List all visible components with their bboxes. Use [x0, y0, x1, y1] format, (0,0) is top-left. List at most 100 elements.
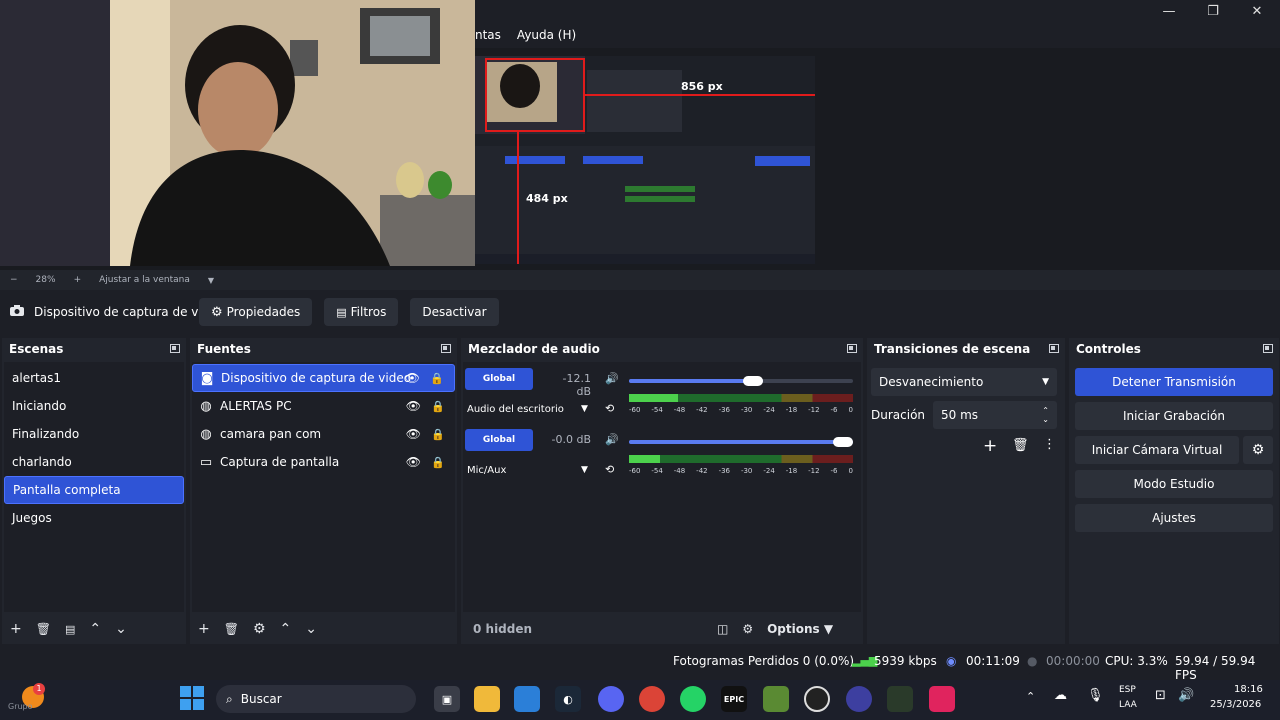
arrow-down-icon[interactable]: ⌄	[115, 621, 127, 637]
clock-time[interactable]: 18:16	[1234, 684, 1263, 695]
deactivate-button[interactable]: Desactivar	[410, 298, 499, 326]
undock-icon[interactable]	[441, 344, 451, 353]
trash-icon[interactable]: 🗑	[1012, 438, 1029, 453]
speaker-icon[interactable]: 🔊	[1178, 688, 1194, 703]
transition-select[interactable]: Desvanecimiento ▼	[871, 368, 1057, 396]
start-virtual-camera-button[interactable]: Iniciar Cámara Virtual	[1075, 436, 1239, 464]
sources-dock: Fuentes ◙ Dispositivo de captura de vide…	[190, 338, 457, 644]
filters-button[interactable]: ▤ Filtros	[324, 298, 399, 326]
duration-spinbox[interactable]: 50 ms ⌃ ⌄	[933, 401, 1057, 429]
lock-icon[interactable]: 🔒	[430, 372, 444, 385]
microphone-icon[interactable]: 🎙	[1087, 688, 1104, 703]
undock-icon[interactable]	[1049, 344, 1059, 353]
trash-icon[interactable]: 🗑	[36, 622, 51, 636]
eye-icon[interactable]: 👁	[406, 399, 421, 413]
meter-tick-label: -6	[830, 406, 838, 414]
lock-icon[interactable]: 🔒	[431, 428, 445, 441]
meter-tick-label: -48	[673, 467, 686, 475]
eye-icon[interactable]: 👁	[406, 427, 421, 441]
arrow-up-icon[interactable]: ⌃	[280, 621, 292, 637]
start-recording-button[interactable]: Iniciar Grabación	[1075, 402, 1273, 430]
epic-games-icon[interactable]: EPIC	[721, 686, 747, 712]
filter-icon[interactable]: ▤	[65, 623, 75, 636]
cloud-icon[interactable]: ☁	[1054, 688, 1067, 703]
speaker-icon[interactable]: 🔊	[605, 433, 619, 446]
source-item[interactable]: ▭ Captura de pantalla 👁 🔒	[192, 448, 455, 476]
undock-icon[interactable]	[1263, 344, 1273, 353]
add-icon[interactable]: +	[10, 621, 22, 637]
obs-icon[interactable]	[804, 686, 830, 712]
stepper-icon[interactable]: ⌃ ⌄	[1042, 406, 1049, 424]
eye-icon[interactable]: 👁	[405, 371, 420, 385]
global-button[interactable]: Global	[465, 429, 533, 451]
clock-date[interactable]: 25/3/2026	[1210, 699, 1261, 710]
gear-icon[interactable]: ⚙	[253, 621, 266, 637]
stop-streaming-button[interactable]: Detener Transmisión	[1075, 368, 1273, 396]
add-icon[interactable]: +	[198, 621, 210, 637]
eye-icon[interactable]: 👁	[406, 455, 421, 469]
chevron-down-icon[interactable]: ▼	[581, 465, 588, 475]
zoom-in-button[interactable]: +	[74, 275, 82, 285]
lock-icon[interactable]: 🔒	[431, 400, 445, 413]
properties-button[interactable]: ⚙ Propiedades	[199, 298, 313, 326]
virtual-camera-settings-button[interactable]: ⚙	[1243, 436, 1273, 464]
mixer-footer: 0 hidden ◫ ⚙ Options ▼	[461, 614, 863, 644]
layout-icon[interactable]: ◫	[717, 622, 728, 636]
language-bottom[interactable]: LAA	[1119, 700, 1137, 710]
task-view-icon[interactable]: ▣	[434, 686, 460, 712]
scene-item[interactable]: Iniciando	[4, 392, 184, 420]
file-explorer-icon[interactable]	[474, 686, 500, 712]
scene-item[interactable]: Finalizando	[4, 420, 184, 448]
discord-icon[interactable]	[598, 686, 624, 712]
minimize-button[interactable]: —	[1148, 0, 1190, 22]
store-icon[interactable]	[514, 686, 540, 712]
advanced-audio-icon[interactable]: ⟲	[605, 463, 614, 476]
scene-item-selected[interactable]: Pantalla completa	[4, 476, 184, 504]
undock-icon[interactable]	[170, 344, 180, 353]
more-icon[interactable]: ⋮	[1043, 437, 1056, 452]
studio-mode-button[interactable]: Modo Estudio	[1075, 470, 1273, 498]
chrome-icon[interactable]	[639, 686, 665, 712]
source-item[interactable]: ◍ ALERTAS PC 👁 🔒	[192, 392, 455, 420]
arrow-up-icon[interactable]: ⌃	[89, 621, 101, 637]
lock-icon[interactable]: 🔒	[431, 456, 445, 469]
source-item[interactable]: ◍ camara pan com 👁 🔒	[192, 420, 455, 448]
arrow-down-icon[interactable]: ⌄	[305, 621, 317, 637]
minecraft-icon[interactable]	[763, 686, 789, 712]
advanced-audio-icon[interactable]: ⟲	[605, 402, 614, 415]
scene-item[interactable]: alertas1	[4, 364, 184, 392]
options-button[interactable]: Options ▼	[767, 622, 833, 636]
app-icon[interactable]	[929, 686, 955, 712]
trash-icon[interactable]: 🗑	[224, 622, 239, 636]
source-toolbar: Dispositivo de captura de v ⚙ Propiedade…	[0, 294, 1280, 330]
taskbar-search[interactable]: ⌕ Buscar	[216, 685, 416, 713]
language-top[interactable]: ESP	[1119, 685, 1136, 695]
scene-item[interactable]: Juegos	[4, 504, 184, 532]
chevron-down-icon[interactable]: ▼	[208, 276, 214, 285]
zoom-out-button[interactable]: −	[10, 275, 18, 285]
app-icon[interactable]	[887, 686, 913, 712]
whatsapp-icon[interactable]	[680, 686, 706, 712]
add-transition-icon[interactable]: +	[983, 436, 997, 456]
undock-icon[interactable]	[847, 344, 857, 353]
speaker-icon[interactable]: 🔊	[605, 372, 619, 385]
scene-item[interactable]: charlando	[4, 448, 184, 476]
settings-icon[interactable]: ⚙	[742, 622, 753, 636]
menu-item-help[interactable]: Ayuda (H)	[517, 28, 576, 42]
chevron-down-icon[interactable]: ▼	[581, 404, 588, 414]
volume-slider-knob[interactable]	[743, 376, 763, 386]
volume-slider-knob[interactable]	[833, 437, 853, 447]
settings-button[interactable]: Ajustes	[1075, 504, 1273, 532]
global-button[interactable]: Global	[465, 368, 533, 390]
menu-bar: ntas Ayuda (H)	[475, 22, 1280, 48]
tray-chevron-icon[interactable]: ⌃	[1026, 690, 1035, 703]
zoom-fit-select[interactable]: Ajustar a la ventana	[99, 275, 190, 285]
steam-icon[interactable]: ◐	[555, 686, 581, 712]
app-icon[interactable]	[846, 686, 872, 712]
windows-start-icon[interactable]	[180, 686, 204, 710]
menu-item-window[interactable]: ntas	[475, 28, 501, 42]
maximize-button[interactable]: ❐	[1192, 0, 1234, 22]
source-item-selected[interactable]: ◙ Dispositivo de captura de video 👁 🔒	[192, 364, 455, 392]
network-icon[interactable]: ⊡	[1155, 688, 1166, 703]
close-button[interactable]: ✕	[1236, 0, 1278, 22]
